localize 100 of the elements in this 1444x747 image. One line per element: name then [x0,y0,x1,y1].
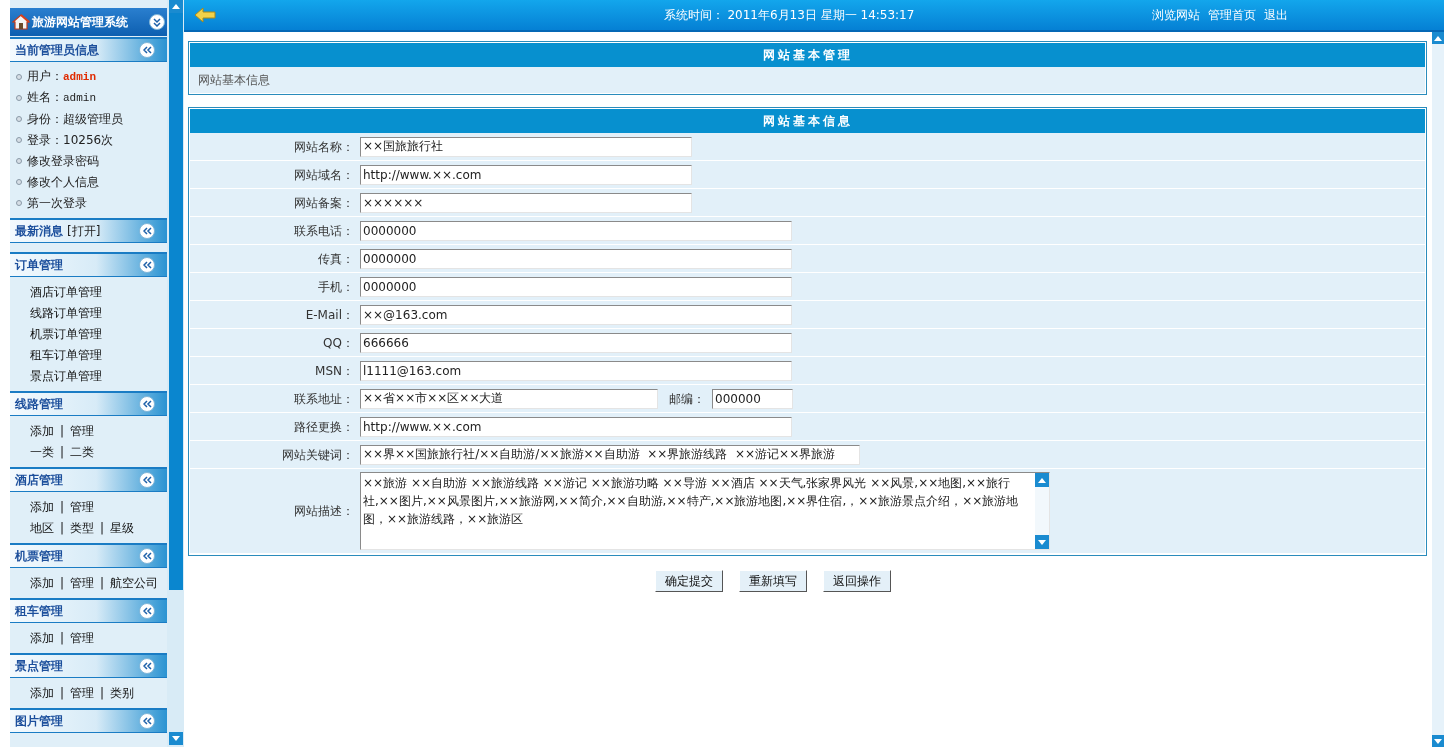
menu-link[interactable]: 管理 [70,573,95,592]
bullet-icon [16,73,22,80]
menu-link[interactable]: 二类 [70,442,95,461]
open-link[interactable]: [打开] [67,222,101,240]
collapse-icon[interactable] [139,713,155,729]
menu-link[interactable]: 添加 [30,573,54,592]
scroll-up-icon[interactable] [168,0,183,13]
collapse-icon[interactable] [139,603,155,619]
menu-link[interactable]: 地区 [30,518,54,537]
menu-link[interactable]: 管理 [70,421,95,440]
expand-icon[interactable] [149,14,165,30]
section-header[interactable]: 景点管理 [10,653,167,678]
field-label: 传真： [317,250,355,268]
menu-link[interactable]: 管理 [70,497,95,516]
separator: | [100,574,105,592]
text-value: ××旅游 ××自助游 ××旅游线路 ××游记 ××旅游功略 ××导游 ××酒店 ××天气,张家界风光 ××风景,××地图,××旅行社,××图片,××风景图片,××旅游网,××简介,××自助游,××特产,××旅游地图,××界住宿,，××旅游景点介绍，××旅游地图，××旅游线路，××旅游区 [362,475,1020,528]
section-header[interactable]: 订单管理 [10,252,167,277]
info-item[interactable]: 修改登录密码 [27,151,99,170]
section-header[interactable]: 租车管理 [10,598,167,623]
input-field[interactable]: 0000000 [360,276,792,297]
form-button[interactable]: 重新填写 [738,570,807,592]
menu-link[interactable]: 一类 [30,442,54,461]
menu-link[interactable]: 航空公司 [110,573,159,592]
menu-link[interactable]: 添加 [30,497,54,516]
collapse-icon[interactable] [139,548,155,564]
field-label: 网站域名： [293,166,355,184]
menu-link[interactable]: 类型 [70,518,95,537]
menu-link[interactable]: 景点订单管理 [30,366,102,385]
info-item[interactable]: 第一次登录 [27,193,87,212]
scroll-thumb[interactable] [168,13,183,590]
menu-link[interactable]: 管理 [70,628,95,647]
menu-link[interactable]: 星级 [110,518,135,537]
input-field[interactable]: l1111@163.com [360,360,792,381]
menu-link[interactable]: 管理 [70,683,95,702]
input-field[interactable]: ×××××× [360,192,692,213]
section-title: 当前管理员信息 [15,42,99,59]
collapse-icon[interactable] [139,42,155,58]
menu-link[interactable]: 机票订单管理 [30,324,102,343]
section-title: 线路管理 [15,396,63,413]
collapse-icon[interactable] [139,472,155,488]
menu-link[interactable]: 类别 [110,683,135,702]
field-label: MSN： [314,362,355,380]
collapse-icon[interactable] [139,396,155,412]
bullet-icon [16,199,22,206]
input-field[interactable]: 000000 [712,388,793,409]
field-label: 路径更换： [293,418,355,436]
sidebar-scrollbar[interactable] [167,0,184,747]
section-title: 图片管理 [15,713,63,730]
input-field[interactable]: 0000000 [360,248,792,269]
section-header[interactable]: 当前管理员信息 [10,37,167,62]
menu-link[interactable]: 租车订单管理 [30,345,102,364]
form-button[interactable]: 确定提交 [654,570,723,592]
separator: | [100,684,105,702]
menu-link[interactable]: 酒店订单管理 [30,282,102,301]
menu-link[interactable]: 添加 [30,628,54,647]
bullet-icon [16,115,22,122]
menu-link[interactable]: 添加 [30,421,54,440]
app-title: 旅游网站管理系统 [32,14,128,31]
separator: | [100,519,105,537]
section-title: 订单管理 [15,257,63,274]
collapse-icon[interactable] [139,257,155,273]
text-area[interactable]: ××旅游 ××自助游 ××旅游线路 ××游记 ××旅游功略 ××导游 ××酒店 ××天气,张家界风光 ××风景,××地图,××旅行社,××图片,××风景图片,××旅游网,××简介,××自助游,××特产,××旅游地图,××界住宿,，××旅游景点介绍，××旅游地图，××旅游线路，××旅游区 [360,472,1050,550]
section-header[interactable]: 图片管理 [10,708,167,733]
scroll-up-icon[interactable] [1035,473,1049,487]
section-header[interactable]: 机票管理 [10,543,167,568]
field-label: 手机： [317,278,355,296]
separator: | [60,443,65,461]
collapse-icon[interactable] [139,658,155,674]
scroll-down-icon[interactable] [168,732,183,745]
input-field[interactable]: http://www.××.com [360,164,692,185]
field-label: 网站名称： [293,138,355,156]
menu-link[interactable]: 添加 [30,683,54,702]
main-scrollbar[interactable] [1432,32,1444,747]
menu-link[interactable]: 线路订单管理 [30,303,102,322]
back-arrow-icon[interactable] [194,7,216,23]
input-field[interactable]: ××省××市××区××大道 [360,388,658,409]
form-button[interactable]: 返回操作 [822,570,891,592]
section-header[interactable]: 最新消息 [打开] [10,218,167,243]
info-item[interactable]: 登录：10256次 [27,130,114,149]
input-field[interactable]: 666666 [360,332,792,353]
scroll-up-icon[interactable] [1432,32,1444,44]
scroll-down-icon[interactable] [1035,535,1049,549]
section-header[interactable]: 线路管理 [10,391,167,416]
input-field[interactable]: http://www.××.com [360,416,792,437]
info-item[interactable]: 身份：超级管理员 [27,109,123,128]
bullet-icon [16,94,22,101]
scroll-down-icon[interactable] [1432,735,1444,747]
system-time: 系统时间： 2011年6月13日 星期一 14:53:17 [663,7,915,24]
input-field[interactable]: ××国旅旅行社 [360,136,692,157]
bullet-icon [16,136,22,143]
section-title: 租车管理 [15,603,63,620]
info-item[interactable]: 修改个人信息 [27,172,99,191]
collapse-icon[interactable] [139,223,155,239]
input-field[interactable]: 0000000 [360,220,792,241]
section-header[interactable]: 酒店管理 [10,467,167,492]
input-field[interactable]: ××界××国旅旅行社/××自助游/××旅游××自助游 ××界旅游线路 ××游记××界旅游 [360,444,860,465]
field-label: 邮编： [669,390,706,408]
separator: | [60,498,65,516]
separator: | [60,422,65,440]
input-field[interactable]: ××@163.com [360,304,792,325]
